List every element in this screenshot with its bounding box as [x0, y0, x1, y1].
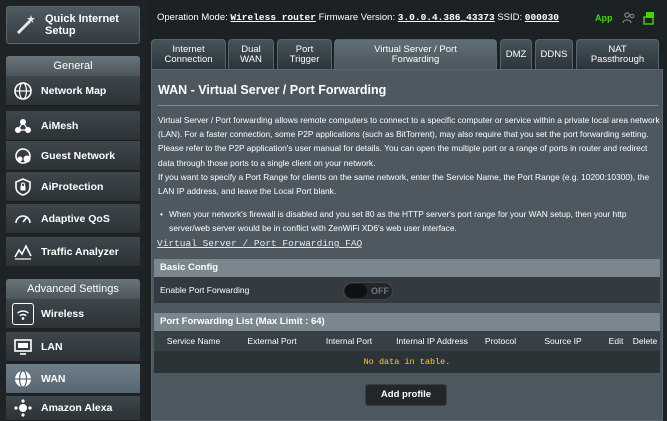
aimesh-icon [12, 115, 34, 137]
speedometer-icon [12, 208, 34, 230]
faq-link[interactable]: Virtual Server / Port Forwarding FAQ [157, 238, 362, 249]
sidebar-item-label: AiMesh [41, 119, 79, 132]
sidebar-item-guest-network[interactable]: Guest Network [6, 141, 140, 171]
enable-port-forwarding-label: Enable Port Forwarding [160, 285, 250, 295]
tab-internet-connection[interactable]: Internet Connection [151, 39, 226, 69]
description-paragraph-2: If you want to specify a Port Range for … [158, 171, 650, 197]
enable-port-forwarding-row: Enable Port Forwarding OFF [154, 277, 660, 303]
enable-port-forwarding-toggle[interactable]: OFF [343, 282, 393, 300]
column-header: External Port [247, 336, 297, 346]
sidebar-item-lan[interactable]: LAN [6, 332, 140, 362]
guest-network-icon [12, 145, 34, 167]
tab-dual-wan[interactable]: Dual WAN [228, 39, 274, 69]
wan-globe-icon [12, 368, 34, 390]
column-header: Protocol [484, 336, 517, 346]
alexa-icon [12, 397, 34, 419]
column-header: Edit [608, 336, 624, 346]
sidebar-item-adaptive-qos[interactable]: Adaptive QoS [6, 204, 140, 234]
wand-icon [13, 12, 39, 38]
column-header: Service Name [166, 336, 221, 346]
column-header: Internal IP Address [396, 336, 468, 346]
sidebar-item-traffic-analyzer[interactable]: Traffic Analyzer [6, 237, 140, 267]
ssid-link[interactable]: 000030 [525, 12, 559, 23]
firmware-label: Firmware Version: [318, 12, 396, 23]
wifi-icon [12, 302, 34, 325]
general-section-header: General [6, 56, 140, 76]
sidebar-item-network-map[interactable]: Network Map [6, 76, 140, 106]
advanced-settings-header: Advanced Settings [6, 279, 140, 299]
port-forwarding-list-header: Port Forwarding List (Max Limit : 64) [154, 313, 660, 331]
basic-config-header: Basic Config [154, 259, 660, 277]
tab-port-trigger[interactable]: Port Trigger [277, 39, 332, 69]
column-header: Source IP [544, 336, 582, 346]
sidebar-item-label: Adaptive QoS [41, 212, 110, 225]
traffic-chart-icon [12, 241, 34, 263]
page-title: WAN - Virtual Server / Port Forwarding [158, 83, 387, 97]
sidebar-item-label: Wireless [41, 307, 85, 320]
sidebar-item-aimesh[interactable]: AiMesh [6, 111, 140, 141]
monitor-icon [12, 336, 34, 358]
column-header: Internal Port [325, 336, 373, 346]
sidebar-item-label: Amazon Alexa [41, 402, 113, 414]
sidebar-item-label: Network Map [41, 84, 107, 97]
status-text: Operation Mode: Wireless router Firmware… [157, 12, 559, 23]
quick-internet-setup-button[interactable]: Quick Internet Setup [6, 6, 140, 44]
firewall-note: When your network's firewall is disabled… [158, 207, 658, 235]
ssid-label: SSID: [497, 12, 523, 23]
tab-nat-passthrough[interactable]: NAT Passthrough [576, 39, 659, 69]
description-text: Virtual Server / Port forwarding allows … [158, 113, 660, 198]
users-icon[interactable] [622, 11, 636, 25]
table-column-headers: Service Name External Port Internal Port… [154, 331, 660, 351]
sidebar: Quick Internet Setup General Network Map… [0, 0, 146, 421]
sidebar-item-wireless[interactable]: Wireless [6, 299, 140, 329]
globe-network-icon [12, 80, 34, 102]
sidebar-item-aiprotection[interactable]: AiProtection [6, 172, 140, 202]
add-profile-button[interactable]: Add profile [365, 384, 447, 406]
tab-dmz[interactable]: DMZ [500, 39, 532, 69]
op-mode-link[interactable]: Wireless router [230, 12, 316, 23]
sidebar-item-label: WAN [41, 372, 66, 385]
tab-virtual-server[interactable]: Virtual Server / Port Forwarding [334, 39, 497, 69]
table-empty-message: No data in table. [154, 351, 660, 373]
toggle-state-label: OFF [371, 286, 389, 296]
sidebar-item-label: AiProtection [41, 180, 104, 193]
router-admin-app: Quick Internet Setup General Network Map… [0, 0, 667, 421]
shield-lock-icon [12, 176, 34, 198]
tab-ddns[interactable]: DDNS [535, 39, 573, 69]
status-bar: Operation Mode: Wireless router Firmware… [152, 11, 662, 27]
usb-icon[interactable] [642, 11, 656, 25]
content-panel: WAN - Virtual Server / Port Forwarding V… [151, 69, 663, 421]
sidebar-item-amazon-alexa[interactable]: Amazon Alexa [6, 396, 140, 421]
op-mode-label: Operation Mode: [157, 12, 228, 23]
sidebar-item-wan[interactable]: WAN [6, 364, 140, 394]
quick-internet-setup-label: Quick Internet Setup [45, 13, 119, 37]
divider [158, 105, 658, 106]
firmware-link[interactable]: 3.0.0.4.386_43373 [398, 12, 495, 23]
sidebar-item-label: Guest Network [41, 149, 116, 162]
toggle-knob [345, 284, 367, 298]
column-header: Delete [632, 336, 658, 346]
sidebar-item-label: Traffic Analyzer [41, 245, 119, 258]
app-link[interactable]: App [595, 13, 613, 23]
description-paragraph: Virtual Server / Port forwarding allows … [158, 115, 660, 168]
tab-bar: Internet Connection Dual WAN Port Trigge… [151, 39, 663, 69]
sidebar-item-label: LAN [41, 340, 63, 353]
